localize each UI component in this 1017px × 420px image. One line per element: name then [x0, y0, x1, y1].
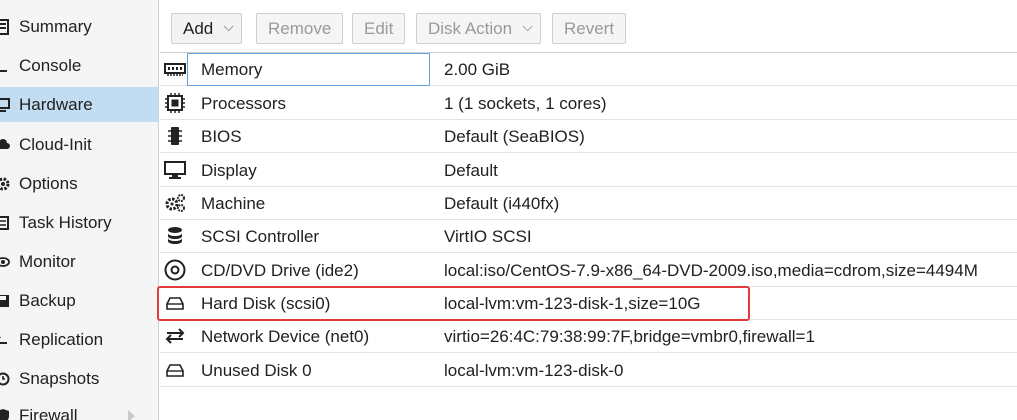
- table-row[interactable]: Unused Disk 0 local-lvm:vm-123-disk-0: [160, 354, 1017, 387]
- table-row[interactable]: Network Device (net0) virtio=26:4C:79:38…: [160, 320, 1017, 353]
- sidebar-item-summary[interactable]: Summary: [0, 9, 158, 44]
- sidebar-item-label: Backup: [19, 290, 76, 310]
- sidebar-item-label: Replication: [19, 329, 104, 349]
- sidebar-item-hardware[interactable]: Hardware: [0, 87, 158, 122]
- hardware-icon: [0, 97, 10, 113]
- row-value: VirtIO SCSI: [444, 227, 532, 246]
- table-row[interactable]: Memory 2.00 GiB: [160, 53, 1017, 86]
- microchip-icon: [164, 126, 186, 146]
- table-row[interactable]: Machine Default (i440fx): [160, 187, 1017, 220]
- table-row[interactable]: Hard Disk (scsi0) local-lvm:vm-123-disk-…: [160, 287, 1017, 320]
- cpu-icon: [164, 93, 186, 113]
- list-icon: [0, 215, 10, 231]
- row-key: Memory: [201, 60, 263, 79]
- row-value: local:iso/CentOS-7.9-x86_64-DVD-2009.iso…: [444, 261, 978, 280]
- hdd-icon: [164, 360, 186, 380]
- sidebar-item-label: Task History: [19, 212, 112, 232]
- sidebar-item-label: Options: [19, 173, 78, 193]
- summary-icon: [0, 18, 10, 35]
- add-button[interactable]: Add: [171, 13, 243, 44]
- add-button-label: Add: [183, 18, 214, 38]
- row-value: Default: [444, 161, 498, 180]
- row-key: Display: [201, 161, 257, 180]
- exchange-icon: [164, 326, 186, 346]
- retweet-icon: [0, 332, 10, 348]
- row-key: Network Device (net0): [201, 327, 370, 346]
- sidebar-item-label: Monitor: [19, 251, 76, 271]
- console-icon: [0, 58, 10, 74]
- sidebar-item-options[interactable]: Options: [0, 166, 158, 201]
- row-value: local-lvm:vm-123-disk-0: [444, 361, 624, 380]
- floppy-icon: [0, 293, 10, 309]
- row-key: Machine: [201, 194, 266, 213]
- edit-button-label: Edit: [364, 18, 394, 38]
- toolbar: Add Remove Edit Disk Action Revert: [160, 0, 1017, 53]
- revert-button[interactable]: Revert: [552, 13, 627, 44]
- row-value: 2.00 GiB: [444, 60, 511, 79]
- sidebar-item-label: Hardware: [19, 94, 93, 114]
- history-icon: [0, 371, 10, 387]
- row-value: 1 (1 sockets, 1 cores): [444, 94, 607, 113]
- sidebar-item-label: Snapshots: [19, 368, 100, 388]
- sidebar-item-cloud-init[interactable]: Cloud-Init: [0, 127, 158, 162]
- edit-button[interactable]: Edit: [352, 13, 406, 44]
- eye-icon: [0, 254, 10, 270]
- row-value: virtio=26:4C:79:38:99:7F,bridge=vmbr0,fi…: [444, 327, 815, 346]
- row-value: local-lvm:vm-123-disk-1,size=10G: [444, 294, 701, 313]
- disk-action-button[interactable]: Disk Action: [416, 13, 542, 44]
- remove-button[interactable]: Remove: [256, 13, 344, 44]
- table-row[interactable]: SCSI Controller VirtIO SCSI: [160, 220, 1017, 253]
- shield-icon: [0, 408, 10, 420]
- cloud-icon: [0, 137, 10, 153]
- sidebar: Summary Console Hardware Cloud-Init Opti…: [0, 0, 159, 420]
- table-row[interactable]: Display Default: [160, 154, 1017, 187]
- cdrom-icon: [164, 259, 186, 281]
- row-key: SCSI Controller: [201, 227, 320, 246]
- sidebar-item-firewall[interactable]: Firewall: [0, 398, 158, 420]
- table-row[interactable]: BIOS Default (SeaBIOS): [160, 120, 1017, 153]
- row-key: Unused Disk 0: [201, 361, 312, 380]
- sidebar-item-monitor[interactable]: Monitor: [0, 244, 158, 279]
- sidebar-item-snapshots[interactable]: Snapshots: [0, 361, 158, 396]
- sidebar-item-label: Firewall: [19, 405, 78, 420]
- memory-icon: [164, 59, 186, 79]
- desktop-icon: [164, 160, 186, 180]
- table-row[interactable]: CD/DVD Drive (ide2) local:iso/CentOS-7.9…: [160, 254, 1017, 287]
- chevron-down-icon: [522, 21, 533, 32]
- disk-action-button-label: Disk Action: [428, 18, 513, 38]
- table-row[interactable]: Processors 1 (1 sockets, 1 cores): [160, 87, 1017, 120]
- row-key: Processors: [201, 94, 287, 113]
- expand-arrow-icon[interactable]: [128, 409, 135, 420]
- revert-button-label: Revert: [564, 18, 615, 38]
- sidebar-item-label: Summary: [19, 16, 92, 36]
- database-icon: [164, 226, 186, 246]
- sidebar-item-replication[interactable]: Replication: [0, 322, 158, 357]
- row-value: Default (SeaBIOS): [444, 127, 585, 146]
- gear-icon: [0, 176, 10, 192]
- remove-button-label: Remove: [268, 18, 332, 38]
- sidebar-item-backup[interactable]: Backup: [0, 283, 158, 318]
- row-key: Hard Disk (scsi0): [201, 294, 331, 313]
- row-value: Default (i440fx): [444, 194, 560, 213]
- row-key: BIOS: [201, 127, 242, 146]
- row-key: CD/DVD Drive (ide2): [201, 261, 359, 280]
- sidebar-item-label: Cloud-Init: [19, 134, 92, 154]
- chevron-down-icon: [223, 21, 234, 32]
- cogs-icon: [164, 193, 186, 213]
- sidebar-item-label: Console: [19, 55, 82, 75]
- sidebar-item-task-history[interactable]: Task History: [0, 205, 158, 240]
- sidebar-item-console[interactable]: Console: [0, 48, 158, 83]
- hdd-icon: [164, 293, 186, 313]
